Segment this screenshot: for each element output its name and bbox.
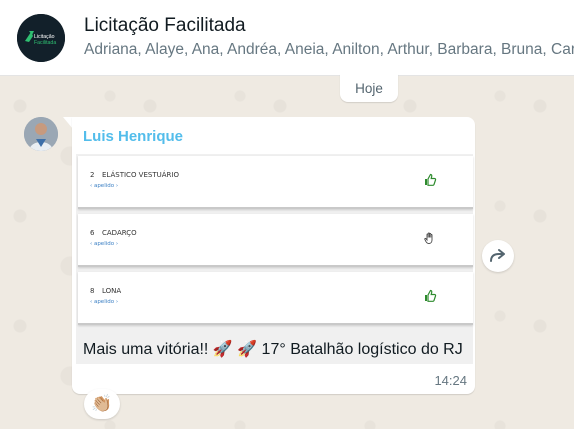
list-item: 6 CADARÇO ‹ apelido ›	[78, 214, 473, 267]
person-photo-icon	[24, 117, 58, 151]
forward-button[interactable]	[482, 240, 514, 272]
reaction-badge[interactable]: 👏🏼	[84, 389, 120, 419]
chat-header[interactable]: Licitação Facilitada Licitação Facilitad…	[0, 0, 574, 76]
message-time: 14:24	[434, 373, 467, 388]
licitacao-logo-icon: Licitação Facilitada	[17, 14, 65, 62]
item-name: ELÁSTICO VESTUÁRIO	[102, 171, 179, 179]
group-participants: Adriana, Alaye, Ana, Andréa, Aneia, Anil…	[84, 41, 574, 58]
item-status: ‹ apelido ›	[90, 299, 119, 305]
thumbs-up-icon	[425, 289, 437, 302]
sender-name[interactable]: Luis Henrique	[83, 128, 183, 145]
hand-icon	[424, 232, 433, 244]
list-item: 2 ELÁSTICO VESTUÁRIO ‹ apelido ›	[78, 156, 473, 209]
item-name: LONA	[102, 287, 122, 295]
thumbs-up-icon	[425, 173, 437, 186]
forward-arrow-icon	[490, 249, 505, 262]
sender-avatar[interactable]	[24, 117, 58, 151]
item-status: ‹ apelido ›	[90, 241, 119, 247]
group-avatar[interactable]: Licitação Facilitada	[17, 14, 65, 62]
message-image[interactable]: 2 ELÁSTICO VESTUÁRIO ‹ apelido › 6 CADAR…	[76, 154, 473, 364]
item-name: CADARÇO	[102, 229, 137, 237]
message-bubble[interactable]: Luis Henrique 2 ELÁSTICO VESTUÁRIO ‹ ape…	[72, 117, 475, 394]
message-text: Mais uma vitória!! 🚀 🚀 17° Batalhão logí…	[83, 341, 463, 358]
date-chip: Hoje	[340, 74, 398, 102]
item-number: 8	[90, 287, 95, 295]
item-status: ‹ apelido ›	[90, 183, 119, 189]
list-item: 8 LONA ‹ apelido ›	[78, 272, 473, 325]
logo-text-line2: Facilitada	[34, 40, 56, 46]
item-number: 2	[90, 171, 95, 179]
group-title[interactable]: Licitação Facilitada	[84, 15, 246, 37]
item-number: 6	[90, 229, 95, 237]
